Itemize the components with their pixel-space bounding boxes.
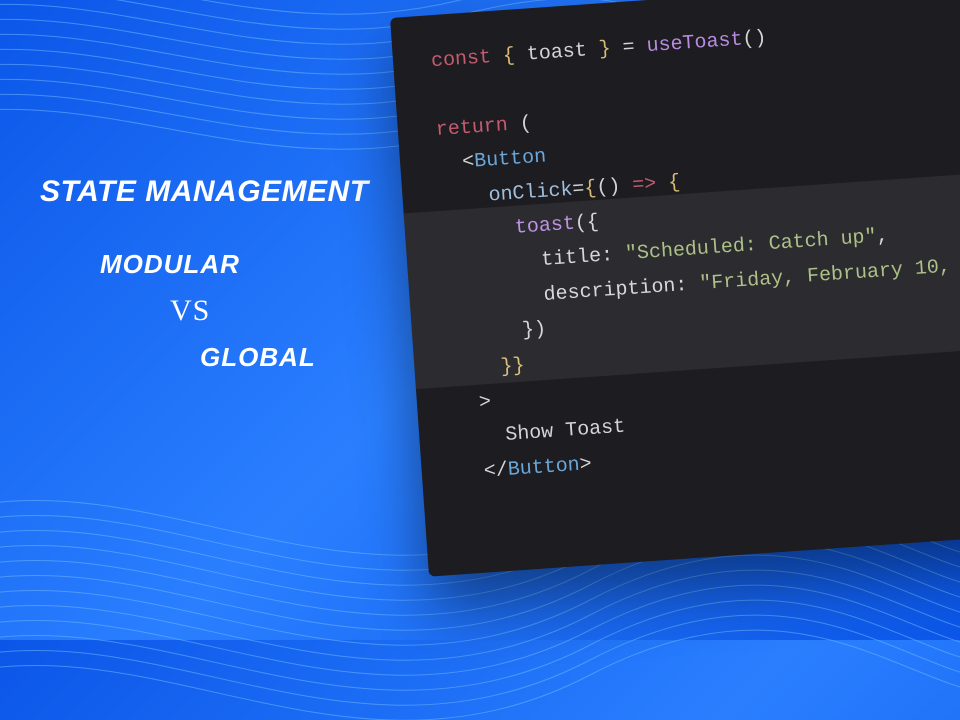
code-panel: const { toast } = useToast() return ( <B… <box>390 0 960 577</box>
vs-label: VS <box>100 294 369 328</box>
modular-label: MODULAR <box>100 249 369 280</box>
subtitle-block: MODULAR VS GLOBAL <box>40 249 369 373</box>
main-title: STATE MANAGEMENT <box>40 175 369 209</box>
headline-block: STATE MANAGEMENT MODULAR VS GLOBAL <box>40 175 369 373</box>
global-label: GLOBAL <box>100 342 369 373</box>
